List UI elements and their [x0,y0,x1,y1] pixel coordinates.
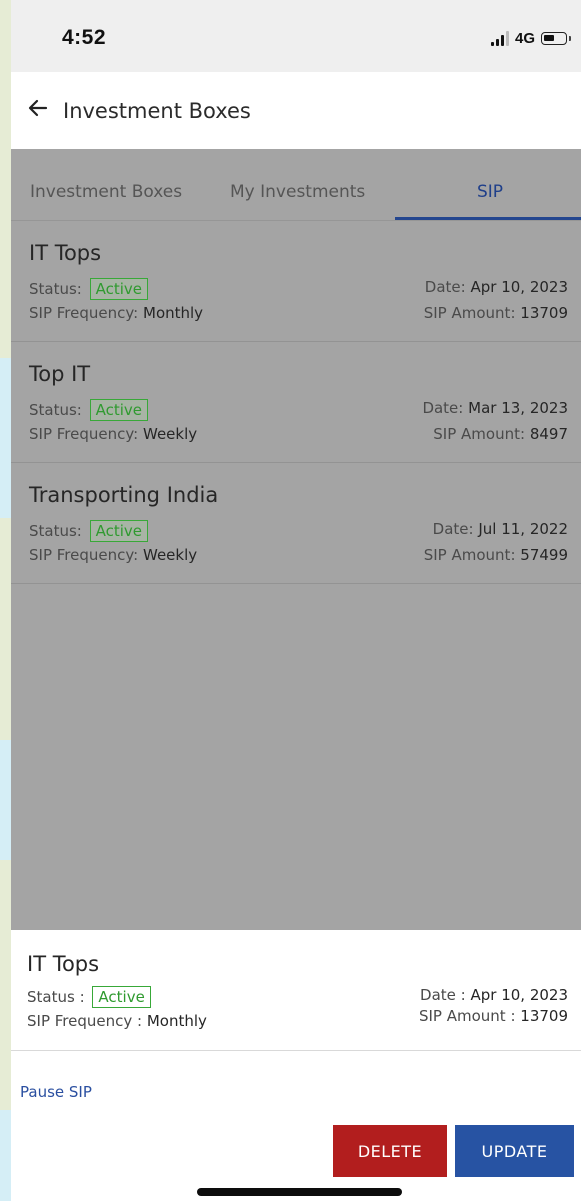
left-edge-strip [0,0,11,1201]
dimmed-content: Investment Boxes My Investments SIP IT T… [11,149,581,930]
sip-list-item[interactable]: Transporting India Status: Active SIP Fr… [11,463,581,584]
sheet-date: Date : Apr 10, 2023 [420,986,568,1004]
page-title: Investment Boxes [63,99,251,123]
sip-detail-sheet: IT Tops Status : Active SIP Frequency : … [11,930,581,1201]
status-badge: Active [92,986,151,1008]
sip-name: Transporting India [29,483,219,507]
sip-date: Date: Jul 11, 2022 [432,520,568,538]
sip-frequency: SIP Frequency: Weekly [29,546,198,564]
active-tab-indicator [395,217,581,220]
sheet-status: Status : Active [27,986,151,1008]
battery-icon [541,32,571,45]
status-badge: Active [89,278,149,300]
tab-sip[interactable]: SIP [477,182,503,202]
sip-list-item[interactable]: IT Tops Status: Active SIP Frequency: Mo… [11,221,581,342]
sip-date: Date: Mar 13, 2023 [422,399,568,417]
update-button[interactable]: UPDATE [455,1125,574,1177]
sip-status: Status: Active [29,399,149,421]
sip-name: IT Tops [29,241,102,265]
sip-name: Top IT [29,362,91,386]
network-type: 4G [514,30,535,47]
arrow-left-icon[interactable] [27,96,49,120]
status-bar: 4:52 4G [11,0,581,72]
phone-screen: 4:52 4G Investment Boxes Investment Boxe… [11,0,581,1201]
sip-status: Status: Active [29,278,149,300]
status-badge: Active [89,399,149,421]
pause-sip-link[interactable]: Pause SIP [20,1083,92,1101]
sheet-frequency: SIP Frequency : Monthly [27,1012,207,1030]
sip-list-item[interactable]: Top IT Status: Active SIP Frequency: Wee… [11,342,581,463]
sip-frequency: SIP Frequency: Weekly [29,425,198,443]
sheet-amount: SIP Amount : 13709 [418,1007,568,1025]
tab-my-investments[interactable]: My Investments [230,182,365,202]
signal-icon [490,31,509,46]
home-indicator[interactable] [197,1188,402,1196]
sip-amount: SIP Amount: 13709 [423,304,568,322]
sheet-sip-name: IT Tops [27,952,100,976]
sip-amount: SIP Amount: 57499 [423,546,568,564]
delete-button[interactable]: DELETE [333,1125,447,1177]
tab-investment-boxes[interactable]: Investment Boxes [30,182,182,202]
sheet-divider [11,1050,581,1051]
status-indicators: 4G [490,30,571,47]
sip-date: Date: Apr 10, 2023 [424,278,568,296]
status-badge: Active [89,520,149,542]
sip-amount: SIP Amount: 8497 [433,425,568,443]
sip-frequency: SIP Frequency: Monthly [29,304,204,322]
sip-status: Status: Active [29,520,149,542]
status-time: 4:52 [62,26,107,49]
app-header: Investment Boxes [11,72,581,149]
tab-bar: Investment Boxes My Investments SIP [11,149,581,221]
